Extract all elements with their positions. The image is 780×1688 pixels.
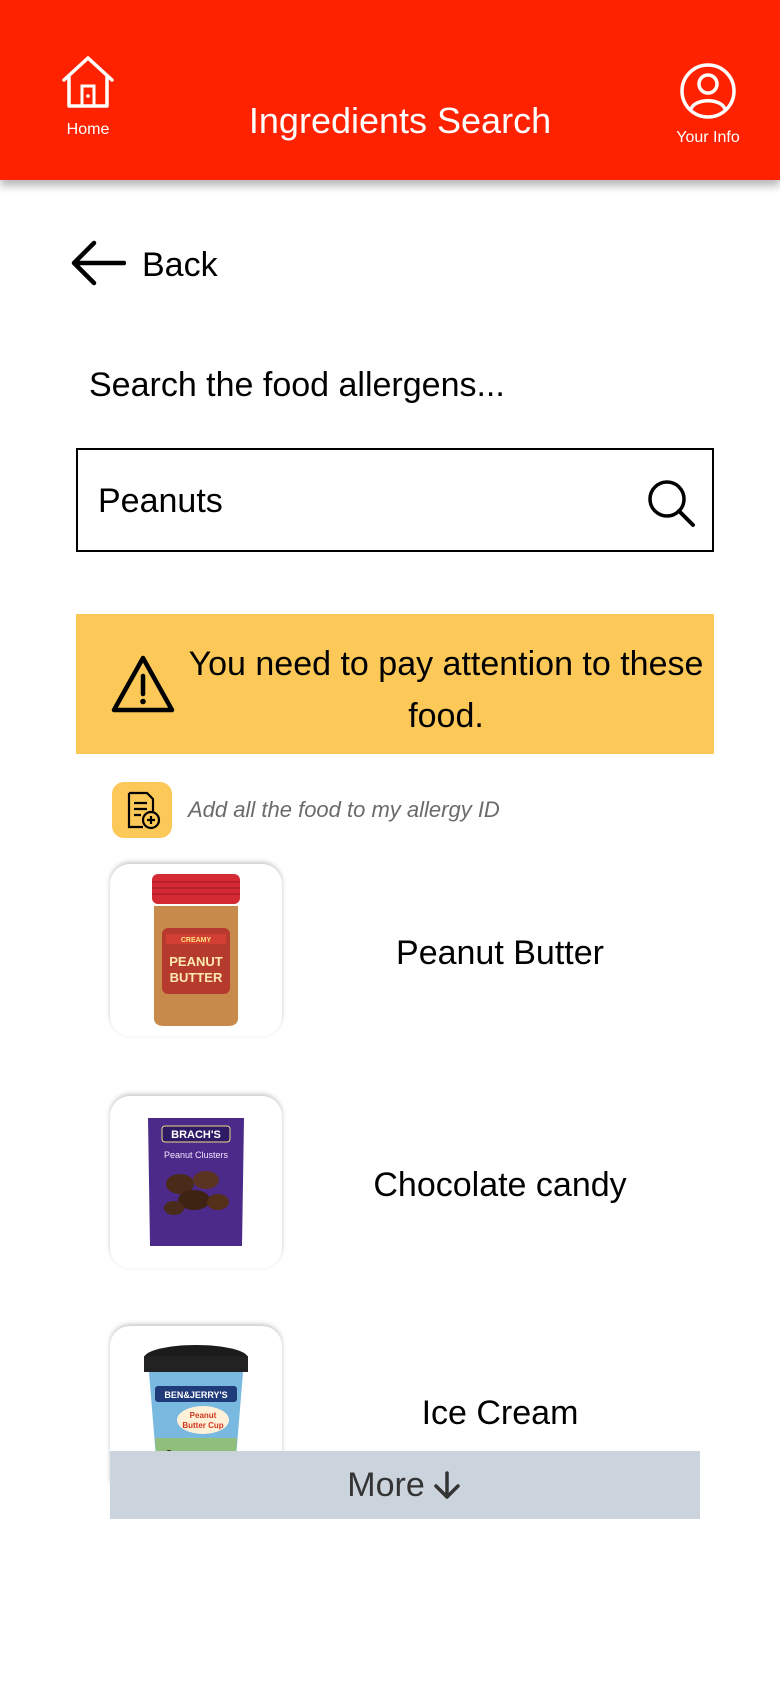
add-all-to-allergy-id-button[interactable]: Add all the food to my allergy ID (112, 782, 500, 838)
page-title: Ingredients Search (248, 100, 552, 141)
svg-text:BRACH'S: BRACH'S (171, 1129, 221, 1141)
svg-text:BEN&JERRY'S: BEN&JERRY'S (164, 1390, 227, 1400)
back-button[interactable]: Back (70, 240, 218, 291)
allergen-warning-banner: You need to pay attention to these food. (76, 614, 714, 754)
search-box (76, 448, 714, 552)
food-name: Chocolate candy (373, 1166, 627, 1204)
warning-triangle-icon (110, 654, 176, 719)
add-document-icon (112, 782, 172, 838)
user-profile-icon (679, 62, 737, 125)
app-header: Home Ingredients Search Your Info (0, 0, 780, 180)
back-label: Back (142, 246, 218, 284)
food-item-peanut-butter[interactable]: CREAMY PEANUT BUTTER Peanut Butter (110, 864, 670, 1036)
warning-text: You need to pay attention to these food. (188, 645, 704, 735)
arrow-down-icon (431, 1469, 463, 1501)
svg-text:Peanut Clusters: Peanut Clusters (164, 1150, 229, 1160)
svg-text:PEANUT: PEANUT (169, 954, 223, 969)
your-info-button[interactable]: Your Info (666, 62, 750, 147)
chocolate-candy-image: BRACH'S Peanut Clusters (110, 1096, 282, 1268)
peanut-butter-image: CREAMY PEANUT BUTTER (110, 864, 282, 1036)
food-item-chocolate-candy[interactable]: BRACH'S Peanut Clusters Chocolate candy (110, 1096, 670, 1268)
food-name: Peanut Butter (396, 934, 604, 972)
add-all-label: Add all the food to my allergy ID (188, 797, 500, 822)
your-info-label: Your Info (676, 129, 740, 146)
food-name: Ice Cream (421, 1394, 579, 1432)
search-icon[interactable] (646, 478, 696, 533)
search-heading: Search the food allergens... (89, 366, 505, 404)
more-label: More (347, 1465, 425, 1504)
search-input[interactable] (98, 474, 618, 528)
arrow-left-icon (70, 240, 127, 291)
svg-text:Butter Cup: Butter Cup (182, 1421, 223, 1430)
svg-text:Peanut: Peanut (190, 1411, 217, 1420)
more-button[interactable]: More (110, 1451, 700, 1519)
svg-text:CREAMY: CREAMY (181, 937, 212, 944)
svg-text:BUTTER: BUTTER (170, 970, 223, 985)
